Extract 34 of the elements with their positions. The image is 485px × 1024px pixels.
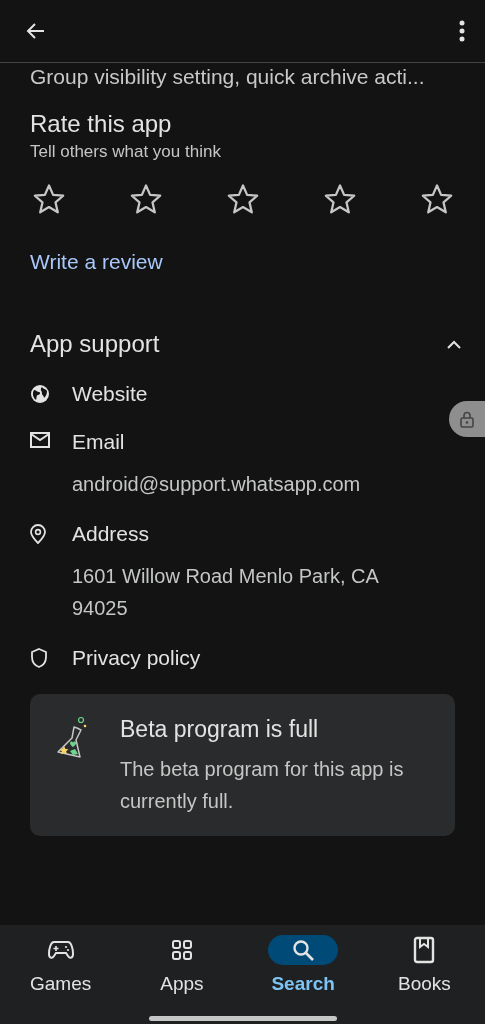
chevron-up-icon [447,339,461,349]
support-link[interactable]: Website [72,382,148,406]
star-outline-icon[interactable] [226,182,260,216]
whats-new-text: Group visibility setting, quick archive acti... [29,65,426,89]
globe-icon [30,384,50,404]
gamepad-icon [47,939,74,961]
shield-icon [30,648,48,668]
section-subtitle: Tell others what you think [30,142,222,162]
lock-button[interactable] [449,401,485,437]
support-detail: android@support.whatsapp.com [72,472,362,497]
nav-tab[interactable]: Apps [121,935,243,995]
nav-tab[interactable]: Games [0,935,122,995]
card-text: The beta program for this app is currently full. [120,757,405,814]
more-vertical-icon [459,20,465,42]
star-outline-icon[interactable] [323,182,357,216]
star-outline-icon[interactable] [32,182,66,216]
section-title: Rate this app [30,110,173,138]
star-outline-icon[interactable] [129,182,163,216]
section-title: App support [30,330,160,358]
book-icon [413,936,436,964]
location-pin-icon [30,524,46,544]
card-title: Beta program is full [120,716,320,743]
support-link[interactable]: Address [72,522,412,546]
support-link[interactable]: Email [72,430,412,454]
support-link[interactable]: Privacy policy [72,646,201,670]
support-detail: 1601 Willow Road Menlo Park, CA 94025 [72,564,380,621]
grid-icon [170,939,193,961]
nav-tab[interactable]: Books [363,935,485,995]
padlock-icon [460,410,474,428]
envelope-icon [30,432,50,448]
write-review-link[interactable]: Write a review [30,250,163,274]
nav-tab[interactable]: Search [242,935,364,995]
star-outline-icon[interactable] [420,182,454,216]
search-icon [291,938,316,962]
